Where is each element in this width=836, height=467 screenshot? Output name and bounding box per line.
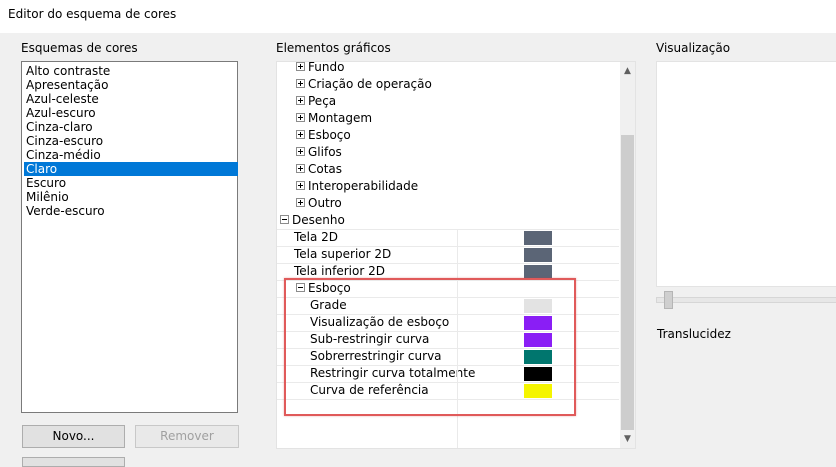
tree-property[interactable]: Tela superior 2D [294, 246, 391, 263]
tree-item-label: Cotas [308, 162, 343, 176]
tree-property[interactable]: Tela 2D [294, 229, 338, 246]
scheme-item[interactable]: Alto contraste [24, 64, 238, 78]
tree-item-label: Tela superior 2D [294, 247, 392, 261]
expand-icon[interactable] [296, 130, 305, 139]
scroll-up-icon[interactable]: ▲ [620, 63, 635, 79]
expand-icon[interactable] [296, 113, 305, 122]
tree-item-label: Tela inferior 2D [294, 264, 385, 278]
tree-item-label: Criação de operação [308, 77, 432, 91]
expand-icon[interactable] [296, 147, 305, 156]
translucency-slider-track[interactable] [656, 297, 836, 303]
expand-icon[interactable] [296, 96, 305, 105]
tree-item-label: Desenho [292, 213, 345, 227]
tree-group-drawing[interactable]: Desenho [280, 212, 345, 229]
color-swatch[interactable] [524, 248, 552, 262]
scheme-item[interactable]: Azul-escuro [24, 106, 238, 120]
tree-group[interactable]: Esboço [296, 127, 351, 144]
preview-label: Visualização [656, 41, 731, 55]
scheme-item[interactable]: Milênio [24, 190, 238, 204]
tree-group[interactable]: Glifos [296, 144, 342, 161]
scheme-item[interactable]: Cinza-médio [24, 148, 238, 162]
schemes-list[interactable]: Alto contraste Apresentação Azul-celeste Az… [21, 61, 238, 413]
new-scheme-button[interactable]: Novo... [22, 425, 125, 448]
tree-group[interactable]: Criação de operação [296, 76, 432, 93]
tree-item-label: Tela 2D [294, 230, 339, 244]
scheme-item[interactable]: Verde-escuro [24, 204, 238, 218]
tree-item-label: Glifos [308, 145, 342, 159]
tree-item-label: Interoperabilidade [308, 179, 419, 193]
scheme-item[interactable]: Cinza-claro [24, 120, 238, 134]
collapse-icon[interactable] [280, 215, 289, 224]
title-bar: Editor do esquema de cores [0, 0, 836, 33]
tree-item-label: Outro [308, 196, 342, 210]
expand-icon[interactable] [296, 62, 305, 71]
expand-icon[interactable] [296, 79, 305, 88]
elements-label: Elementos gráficos [276, 41, 391, 55]
expand-icon[interactable] [296, 181, 305, 190]
highlight-annotation [284, 278, 576, 416]
remove-scheme-button: Remover [135, 425, 239, 448]
scheme-item[interactable]: Escuro [24, 176, 238, 190]
tree-item-label: Peça [308, 94, 337, 108]
scheme-item[interactable]: Cinza-escuro [24, 134, 238, 148]
scheme-item[interactable]: Apresentação [24, 78, 238, 92]
tree-item-label: Fundo [308, 60, 345, 74]
color-swatch[interactable] [524, 265, 552, 279]
tree-group[interactable]: Montagem [296, 110, 372, 127]
tree-group[interactable]: Interoperabilidade [296, 178, 418, 195]
scheme-item[interactable]: Claro [24, 162, 238, 176]
preview-panel [656, 61, 836, 287]
tree-group[interactable]: Fundo [296, 59, 344, 76]
color-swatch[interactable] [524, 231, 552, 245]
extra-button[interactable] [22, 457, 125, 467]
translucency-label: Translucidez [657, 327, 731, 341]
expand-icon[interactable] [296, 198, 305, 207]
tree-item-label: Montagem [308, 111, 373, 125]
tree-group[interactable]: Cotas [296, 161, 342, 178]
scheme-item[interactable]: Azul-celeste [24, 92, 238, 106]
expand-icon[interactable] [296, 164, 305, 173]
tree-item-label: Esboço [308, 128, 351, 142]
translucency-slider-thumb[interactable] [664, 291, 673, 309]
schemes-label: Esquemas de cores [21, 41, 138, 55]
scroll-down-icon[interactable]: ▼ [620, 431, 635, 447]
tree-group[interactable]: Outro [296, 195, 342, 212]
tree-group[interactable]: Peça [296, 93, 336, 110]
window-title: Editor do esquema de cores [8, 7, 177, 21]
tree-scroll-thumb[interactable] [621, 135, 634, 430]
